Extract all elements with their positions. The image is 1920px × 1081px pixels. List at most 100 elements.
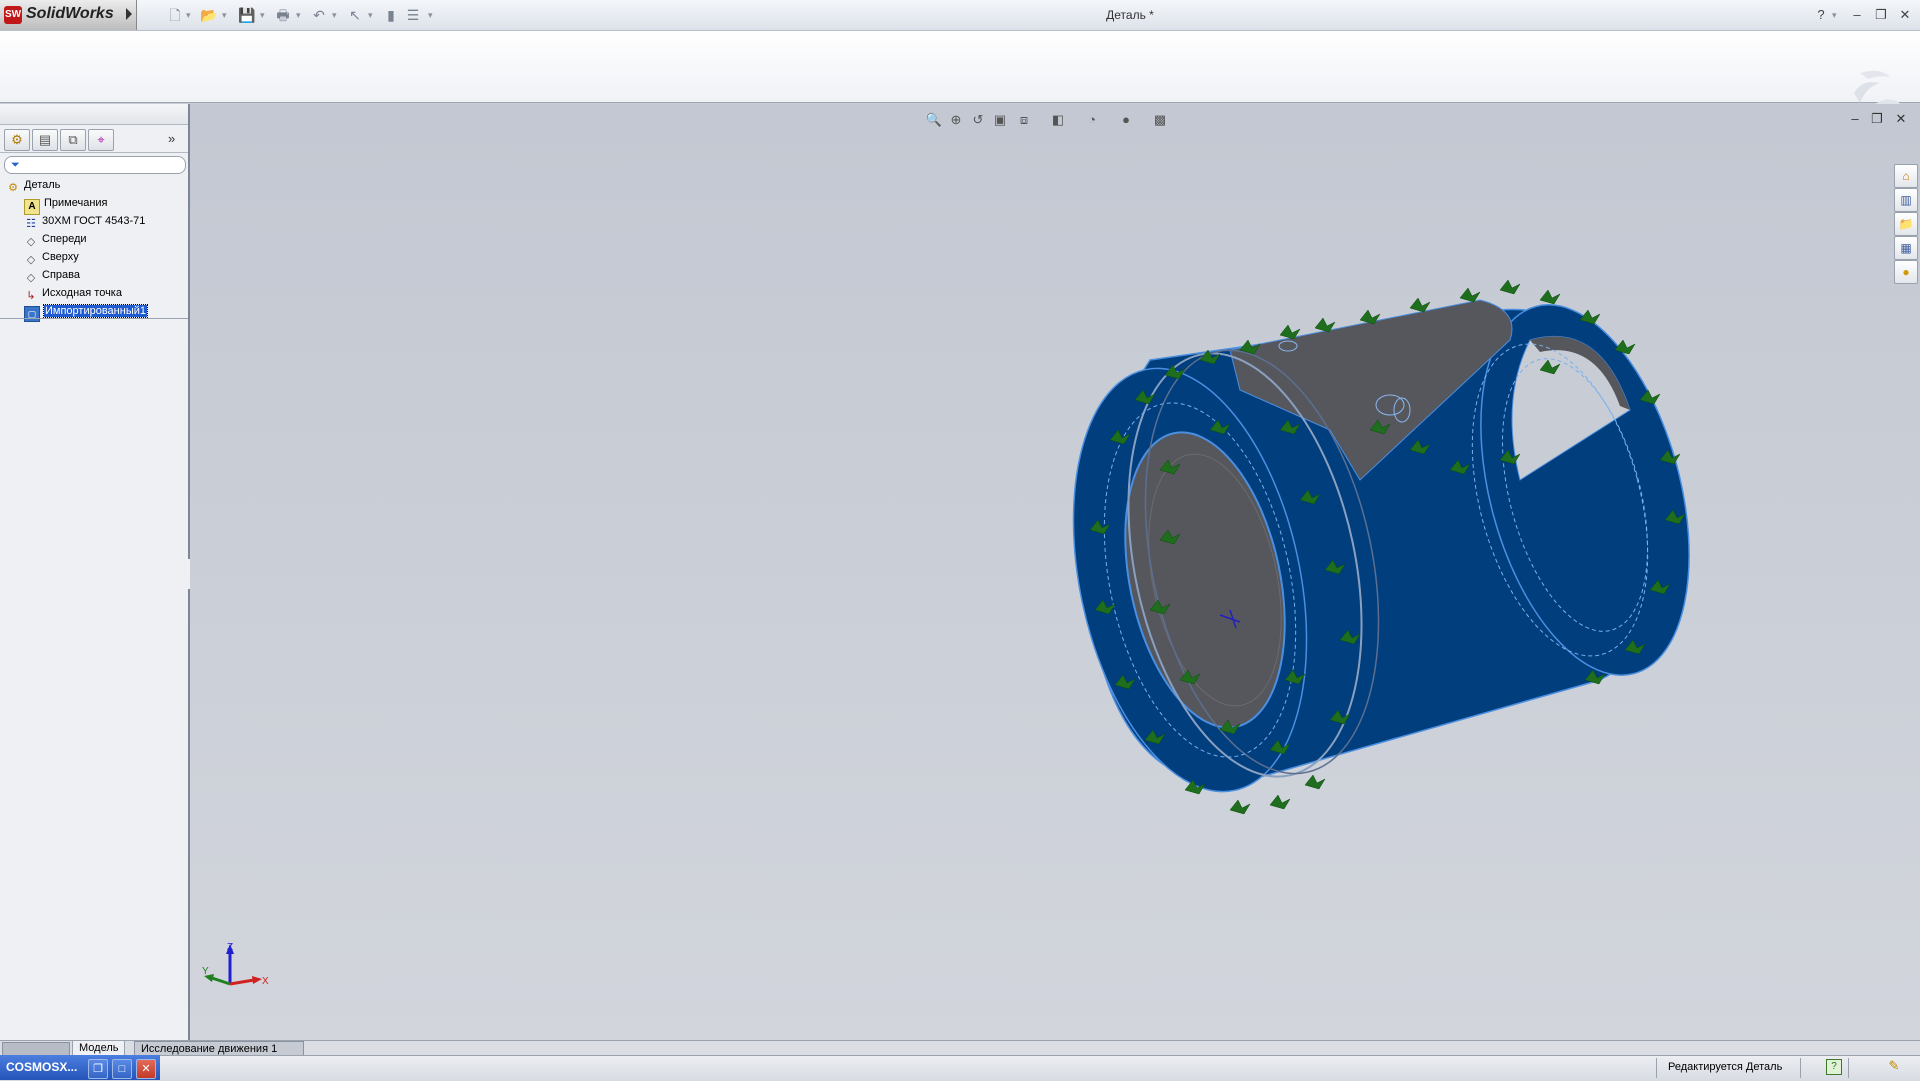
tree-item-label: Исходная точка bbox=[42, 287, 122, 299]
pane-header bbox=[0, 104, 188, 125]
zoom-to-fit-icon[interactable]: 🔍 bbox=[924, 110, 944, 130]
tree-item-label: Деталь bbox=[24, 179, 61, 191]
expand-tabs-icon[interactable]: » bbox=[168, 130, 184, 148]
print-dropdown-icon[interactable]: ▾ bbox=[296, 8, 304, 22]
apply-scene-icon[interactable]: ▩ bbox=[1150, 110, 1170, 130]
tree-item-front-plane[interactable]: ◇ Спереди bbox=[24, 230, 87, 248]
cosmos-window-label: COSMOSX... bbox=[6, 1060, 78, 1074]
zoom-to-area-icon[interactable]: ⊕ bbox=[946, 110, 966, 130]
material-icon: ☷ bbox=[26, 218, 36, 230]
options-icon[interactable]: ☰ bbox=[404, 6, 422, 24]
cosmos-maximize-button[interactable]: □ bbox=[112, 1059, 132, 1079]
rebuild-icon[interactable]: ▮ bbox=[382, 6, 400, 24]
filter-icon: ⏷ bbox=[11, 159, 20, 171]
section-view-icon[interactable]: ▣ bbox=[990, 110, 1010, 130]
reference-triad: Z X Y bbox=[202, 942, 269, 987]
print-icon[interactable]: 🖶 bbox=[274, 6, 292, 24]
task-pane-tabs: ⌂ ▥ 📁 ▦ ● bbox=[1894, 164, 1918, 284]
command-manager bbox=[0, 31, 1920, 123]
edit-status-icon: ✎ bbox=[1888, 1058, 1900, 1073]
tree-item-label: Примечания bbox=[44, 197, 108, 209]
save-dropdown-icon[interactable]: ▾ bbox=[260, 8, 268, 22]
viewport-restore-button[interactable]: ❐ bbox=[1868, 110, 1886, 128]
model-body[interactable] bbox=[1040, 282, 1726, 813]
plane-icon: ◇ bbox=[26, 272, 36, 284]
manager-tabs: ⚙ ▤ ⧉ ⌖ » bbox=[0, 126, 188, 153]
triad-y-label: Y bbox=[202, 966, 209, 977]
menu-arrow-icon[interactable] bbox=[126, 8, 132, 20]
feature-manager-pane: ⚙ ▤ ⧉ ⌖ » ⏷ ⚙ Деталь A Примечания ☷ 30ХМ ГО… bbox=[0, 104, 190, 1040]
options-dropdown-icon[interactable]: ▾ bbox=[428, 8, 436, 22]
title-bar: SW SolidWorks 🗋 ▾ 📂 ▾ 💾 ▾ 🖶 ▾ ↶ ▾ ↖ ▾ ▮ … bbox=[0, 0, 1920, 31]
solidworks-resources-icon[interactable]: ⌂ bbox=[1894, 164, 1918, 188]
design-library-icon[interactable]: ▥ bbox=[1894, 188, 1918, 212]
status-separator bbox=[1848, 1058, 1849, 1078]
status-separator bbox=[1656, 1058, 1657, 1078]
property-manager-tab-icon[interactable]: ▤ bbox=[32, 129, 58, 151]
part-icon: ⚙ bbox=[8, 182, 18, 194]
tree-item-label: Спереди bbox=[42, 233, 87, 245]
origin-icon: ↳ bbox=[26, 290, 36, 302]
status-separator bbox=[1800, 1058, 1801, 1078]
cosmos-minimized-window[interactable]: COSMOSX... ❐ □ ✕ bbox=[0, 1055, 160, 1080]
select-cursor-icon[interactable]: ↖ bbox=[346, 6, 364, 24]
help-icon[interactable]: ? bbox=[1812, 6, 1830, 24]
undo-icon[interactable]: ↶ bbox=[310, 6, 328, 24]
solidworks-menu-button[interactable]: SW SolidWorks bbox=[0, 0, 137, 30]
tree-item-material[interactable]: ☷ 30ХМ ГОСТ 4543-71 bbox=[24, 212, 145, 230]
feature-manager-tab-icon[interactable]: ⚙ bbox=[4, 129, 30, 151]
view-orientation-icon[interactable]: ⧈ bbox=[1014, 110, 1034, 130]
viewport-close-button[interactable]: ✕ bbox=[1892, 110, 1910, 128]
close-button[interactable]: ✕ bbox=[1896, 6, 1914, 24]
hide-show-items-icon[interactable]: ◔ bbox=[1082, 110, 1102, 130]
cosmos-close-button[interactable]: ✕ bbox=[136, 1059, 156, 1079]
tree-item-right-plane[interactable]: ◇ Справа bbox=[24, 266, 80, 284]
view-palette-icon[interactable]: ▦ bbox=[1894, 236, 1918, 260]
imported-body-icon: ▢ bbox=[24, 306, 40, 322]
quick-tips-icon[interactable]: ? bbox=[1826, 1059, 1842, 1075]
open-document-icon[interactable]: 📂 bbox=[200, 6, 218, 24]
triad-x-label: X bbox=[262, 976, 269, 987]
minimize-button[interactable]: – bbox=[1848, 6, 1866, 24]
status-text: Редактируется Деталь bbox=[1668, 1061, 1783, 1073]
tree-item-label: Сверху bbox=[42, 251, 79, 263]
tree-item-origin[interactable]: ↳ Исходная точка bbox=[24, 284, 122, 302]
select-dropdown-icon[interactable]: ▾ bbox=[368, 8, 376, 22]
tree-item-label: Импортированный1 bbox=[43, 304, 148, 318]
display-style-icon[interactable]: ◧ bbox=[1048, 110, 1068, 130]
cosmos-restore-button[interactable]: ❐ bbox=[88, 1059, 108, 1079]
dimxpert-manager-tab-icon[interactable]: ⌖ bbox=[88, 129, 114, 151]
appearances-icon[interactable]: ● bbox=[1894, 260, 1918, 284]
tree-item-top-plane[interactable]: ◇ Сверху bbox=[24, 248, 79, 266]
open-dropdown-icon[interactable]: ▾ bbox=[222, 8, 230, 22]
undo-dropdown-icon[interactable]: ▾ bbox=[332, 8, 340, 22]
tree-separator bbox=[0, 318, 188, 319]
plane-icon: ◇ bbox=[26, 254, 36, 266]
tree-filter-input[interactable]: ⏷ bbox=[4, 156, 186, 174]
tree-item-label: 30ХМ ГОСТ 4543-71 bbox=[42, 215, 146, 227]
save-icon[interactable]: 💾 bbox=[238, 6, 256, 24]
document-title: Деталь * bbox=[1106, 8, 1154, 22]
solidworks-logo-text: SolidWorks bbox=[26, 5, 114, 22]
tree-item-label: Справа bbox=[42, 269, 80, 281]
restore-button[interactable]: ❐ bbox=[1872, 6, 1890, 24]
help-dropdown-icon[interactable]: ▾ bbox=[1832, 8, 1840, 22]
tree-item-annotations[interactable]: A Примечания bbox=[24, 194, 108, 215]
new-document-icon[interactable]: 🗋 bbox=[166, 6, 184, 24]
file-explorer-icon[interactable]: 📁 bbox=[1894, 212, 1918, 236]
triad-z-label: Z bbox=[227, 942, 233, 953]
tree-item-part[interactable]: ⚙ Деталь bbox=[6, 176, 60, 194]
new-dropdown-icon[interactable]: ▾ bbox=[186, 8, 194, 22]
edit-appearance-icon[interactable]: ● bbox=[1116, 110, 1136, 130]
document-tabs-bar: Модель Исследование движения 1 bbox=[0, 1040, 1920, 1057]
status-bar bbox=[0, 1055, 1920, 1081]
previous-view-icon[interactable]: ↺ bbox=[968, 110, 988, 130]
tab-scroll-control[interactable] bbox=[2, 1042, 70, 1056]
solidworks-logo-icon: SW bbox=[4, 6, 22, 24]
plane-icon: ◇ bbox=[26, 236, 36, 248]
tab-model[interactable]: Модель bbox=[72, 1041, 126, 1056]
part-3d-model[interactable] bbox=[1040, 280, 1760, 860]
viewport-minimize-button[interactable]: – bbox=[1846, 110, 1864, 128]
configuration-manager-tab-icon[interactable]: ⧉ bbox=[60, 129, 86, 151]
heads-up-view-toolbar: 🔍 ⊕ ↺ ▣ ⧈ ◧ ◔ ● ▩ bbox=[924, 110, 1184, 130]
